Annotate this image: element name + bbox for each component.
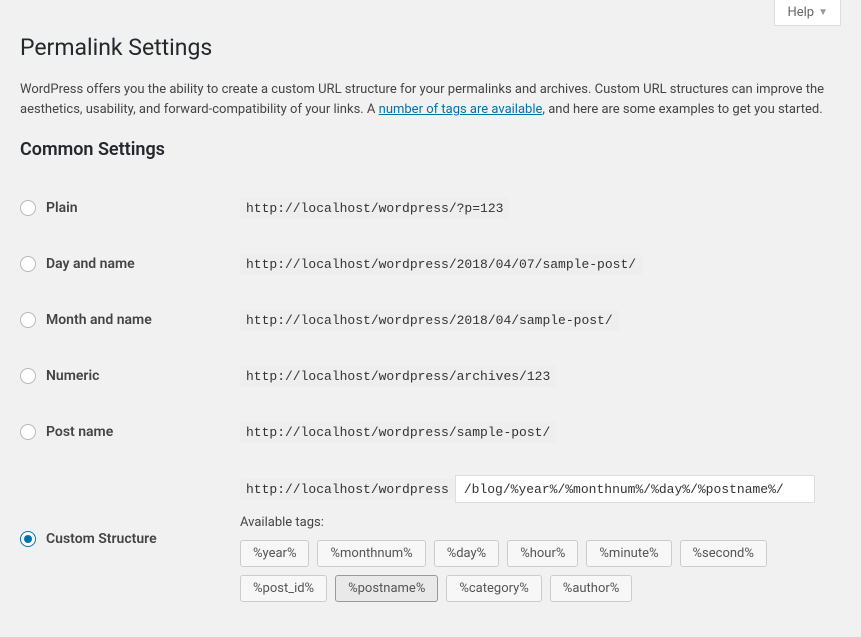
radio-plain[interactable]: [20, 200, 36, 216]
page-title: Permalink Settings: [20, 25, 841, 65]
help-tab[interactable]: Help ▼: [774, 0, 841, 26]
tag-postname-button[interactable]: %postname%: [335, 575, 438, 602]
option-numeric-label: Numeric: [46, 368, 99, 384]
tag-minute-button[interactable]: %minute%: [586, 540, 671, 567]
option-day-name[interactable]: Day and name: [20, 256, 230, 272]
example-month-name: http://localhost/wordpress/2018/04/sampl…: [240, 310, 619, 331]
tag-second-button[interactable]: %second%: [680, 540, 767, 567]
example-plain: http://localhost/wordpress/?p=123: [240, 198, 509, 219]
option-plain[interactable]: Plain: [20, 200, 230, 216]
tag-day-button[interactable]: %day%: [434, 540, 500, 567]
tag-category-button[interactable]: %category%: [446, 575, 541, 602]
intro-text-2: , and here are some examples to get you …: [542, 102, 822, 117]
option-plain-label: Plain: [46, 200, 78, 216]
intro-link-tags[interactable]: number of tags are available: [379, 102, 543, 117]
chevron-down-icon: ▼: [818, 7, 828, 18]
tag-buttons-container: %year% %monthnum% %day% %hour% %minute% …: [240, 540, 800, 602]
radio-month-name[interactable]: [20, 312, 36, 328]
radio-custom[interactable]: [20, 531, 36, 547]
custom-structure-input[interactable]: [455, 475, 815, 503]
option-day-name-label: Day and name: [46, 256, 135, 272]
help-label: Help: [787, 5, 814, 20]
option-month-name[interactable]: Month and name: [20, 312, 230, 328]
tag-year-button[interactable]: %year%: [240, 540, 309, 567]
section-heading-common: Common Settings: [20, 139, 841, 160]
option-post-name-label: Post name: [46, 424, 113, 440]
radio-day-name[interactable]: [20, 256, 36, 272]
option-custom-label: Custom Structure: [46, 531, 157, 547]
radio-post-name[interactable]: [20, 424, 36, 440]
example-post-name: http://localhost/wordpress/sample-post/: [240, 422, 556, 443]
tag-hour-button[interactable]: %hour%: [507, 540, 578, 567]
radio-numeric[interactable]: [20, 368, 36, 384]
tag-post-id-button[interactable]: %post_id%: [240, 575, 327, 602]
available-tags-label: Available tags:: [240, 515, 841, 530]
intro-paragraph: WordPress offers you the ability to crea…: [20, 80, 841, 119]
option-month-name-label: Month and name: [46, 312, 152, 328]
example-numeric: http://localhost/wordpress/archives/123: [240, 366, 556, 387]
tag-author-button[interactable]: %author%: [550, 575, 633, 602]
custom-base-url: http://localhost/wordpress: [240, 479, 455, 500]
tag-monthnum-button[interactable]: %monthnum%: [317, 540, 425, 567]
option-numeric[interactable]: Numeric: [20, 368, 230, 384]
option-post-name[interactable]: Post name: [20, 424, 230, 440]
example-day-name: http://localhost/wordpress/2018/04/07/sa…: [240, 254, 642, 275]
option-custom[interactable]: Custom Structure: [20, 531, 230, 547]
